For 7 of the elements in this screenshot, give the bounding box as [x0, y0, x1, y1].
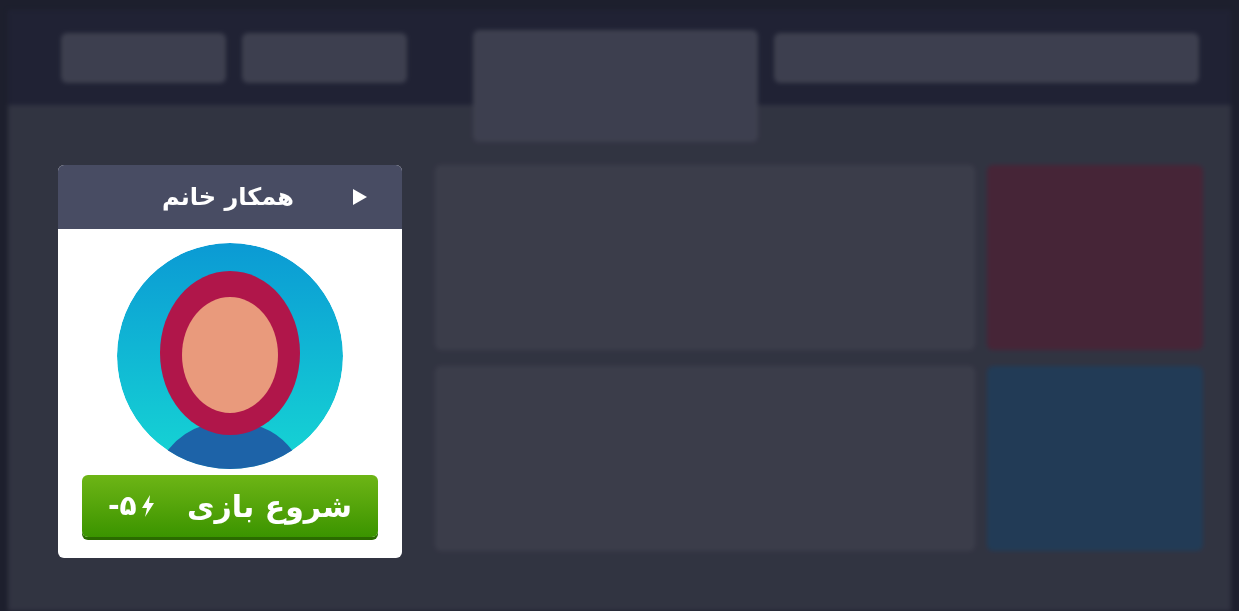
start-label: شروع بازی [186, 487, 352, 527]
avatar-silhouette-icon [117, 243, 343, 469]
energy-cost: -۵ [108, 488, 137, 524]
start-game-button[interactable]: شروع بازی -۵ [82, 475, 378, 537]
play-icon[interactable] [352, 188, 368, 206]
lightning-icon [140, 495, 155, 517]
modal-title: همکار خانم [162, 182, 294, 213]
